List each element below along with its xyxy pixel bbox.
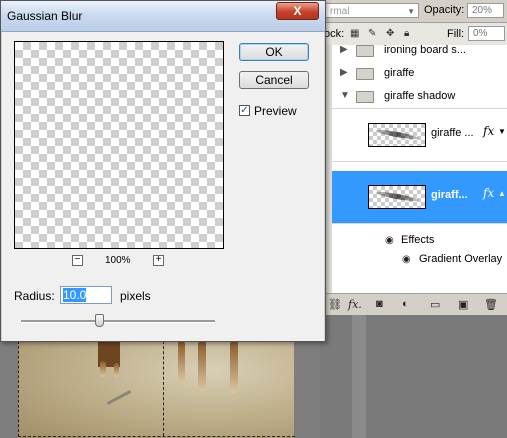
effect-row[interactable]: ◉ Gradient Overlay [332,250,507,269]
layer-group[interactable]: ▼ giraffe shadow [332,85,507,109]
layer-row-selected[interactable]: giraff... fx ▲ [332,171,507,224]
lock-all-icon[interactable]: 🔒︎ [404,28,409,39]
expand-triangle-icon[interactable]: ▶ [340,45,348,55]
folder-icon [356,45,374,57]
layer-options-bar: rmal ▼ Opacity: 20% [320,0,507,23]
link-icon[interactable]: ⛓ [328,298,342,311]
folder-icon[interactable]: ▭ [430,298,440,311]
fx-icon[interactable]: fx [483,124,494,138]
adjustment-icon[interactable]: ◐ [402,298,409,310]
lock-transparent-icon[interactable]: ▦ [350,28,359,39]
panel-empty-area [320,315,507,438]
opacity-input[interactable]: 20% [467,3,504,18]
layer-group[interactable]: ▶ ironing board s... [332,45,507,63]
preview-label: Preview [254,104,297,118]
blend-mode-value: rmal [330,6,350,17]
panel-scrollbar[interactable] [352,315,366,438]
preview-checkbox[interactable]: ✓ [239,105,250,116]
selection-marquee-inner [163,341,164,436]
lock-label: ock: [324,28,345,40]
eye-icon[interactable]: ◉ [402,254,411,265]
dialog-titlebar[interactable]: Gaussian Blur X [1,1,325,32]
chevron-down-icon: ▼ [407,7,415,16]
layers-footer: ⛓ fx. ◙ ◐ ▭ ▣ 🗑︎ [320,293,507,316]
fill-label: Fill: [447,28,465,40]
radius-label: Radius: [14,289,55,303]
dialog-body: − 100% + OK Cancel ✓ Preview Radius: 10.… [2,32,324,341]
cancel-button[interactable]: Cancel [239,71,309,89]
layer-thumbnail [368,123,426,147]
ok-button[interactable]: OK [239,43,309,61]
document-image[interactable] [18,341,294,438]
radius-unit: pixels [120,289,151,303]
effect-label: Gradient Overlay [419,253,503,265]
lock-position-icon[interactable]: ✥ [386,28,394,39]
layer-row[interactable]: giraffe ... fx ▼ [332,109,507,162]
close-button[interactable]: X [276,2,319,20]
radius-input[interactable]: 10.0 [60,286,112,304]
layer-group-name: ironing board s... [384,45,466,56]
fx-icon[interactable]: fx. [348,298,362,311]
radius-slider-track[interactable] [21,320,215,323]
radius-value: 10.0 [63,288,87,302]
trash-icon[interactable]: 🗑︎ [484,298,498,311]
layer-group[interactable]: ▶ giraffe [332,62,507,86]
lock-bar: ock: ▦ ✎ ✥ 🔒︎ Fill: 0% [320,23,507,46]
radius-slider-thumb[interactable] [95,314,104,327]
blur-preview[interactable] [14,41,224,249]
zoom-out-button[interactable]: − [72,255,83,266]
opacity-label: Opacity: [424,4,465,16]
expand-triangle-icon[interactable]: ▶ [340,67,348,78]
blend-mode-select[interactable]: rmal ▼ [325,3,419,18]
layer-group-name: giraffe [384,67,415,79]
dialog-title: Gaussian Blur [7,9,83,23]
chevron-up-icon[interactable]: ▲ [498,189,506,198]
eye-icon[interactable]: ◉ [385,235,394,246]
mask-icon[interactable]: ◙ [376,298,383,310]
layer-thumbnail [368,185,426,209]
gaussian-blur-dialog: Gaussian Blur X − 100% + OK Cancel ✓ Pre… [0,0,326,342]
zoom-level: 100% [105,255,131,266]
layer-name: giraff... [431,189,468,201]
fill-input[interactable]: 0% [468,26,505,41]
folder-icon [356,68,374,80]
chevron-down-icon[interactable]: ▼ [498,127,506,136]
new-layer-icon[interactable]: ▣ [458,298,468,311]
folder-icon [356,91,374,103]
fx-icon[interactable]: fx [483,186,494,200]
lock-pixels-icon[interactable]: ✎ [368,28,376,39]
layer-name: giraffe ... [431,127,474,139]
layer-group-name: giraffe shadow [384,90,456,102]
collapse-triangle-icon[interactable]: ▼ [340,90,350,101]
effects-label: Effects [401,234,435,246]
effects-row[interactable]: ◉ Effects [332,231,507,250]
layers-panel: ▶ ironing board s... ▶ giraffe ▼ giraffe… [320,45,507,293]
zoom-in-button[interactable]: + [153,255,164,266]
